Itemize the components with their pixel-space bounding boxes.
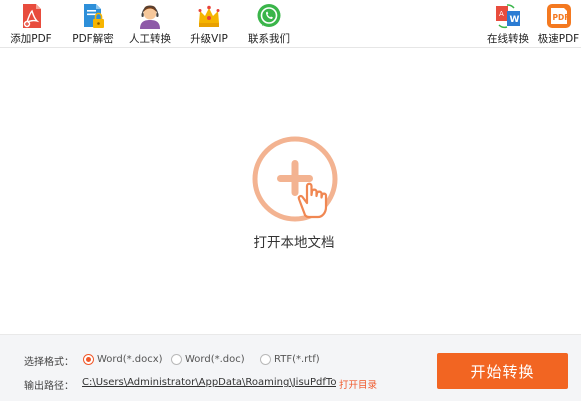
add-pdf-label: 添加PDF <box>10 33 52 45</box>
toolbar: 添加PDF PDF解密 人工转换 升级VIP 联系我们 A W 在线转换 PDF… <box>0 0 581 48</box>
online-convert-icon: A W <box>495 3 521 29</box>
fast-pdf-icon: PDF <box>546 3 572 29</box>
format-option-doc[interactable]: Word(*.doc) <box>171 352 245 366</box>
fast-pdf-button[interactable]: PDF 极速PDF <box>536 0 581 48</box>
add-pdf-button[interactable]: 添加PDF <box>2 0 60 48</box>
format-option-label: Word(*.docx) <box>97 353 163 365</box>
online-convert-label: 在线转换 <box>487 33 529 45</box>
pdf-decrypt-button[interactable]: PDF解密 <box>64 0 122 48</box>
open-local-document-label: 打开本地文档 <box>253 235 335 251</box>
radio-icon <box>260 353 271 365</box>
support-agent-icon <box>137 3 163 29</box>
svg-text:A: A <box>499 10 504 18</box>
contact-us-button[interactable]: 联系我们 <box>240 0 298 48</box>
fast-pdf-label: 极速PDF <box>537 33 580 45</box>
format-option-rtf[interactable]: RTF(*.rtf) <box>260 352 320 366</box>
drop-area[interactable]: 打开本地文档 <box>0 49 581 334</box>
output-path-label: 输出路径： <box>24 381 74 392</box>
crown-icon <box>196 3 222 29</box>
add-pdf-icon <box>18 3 44 29</box>
svg-text:W: W <box>510 15 520 25</box>
add-file-hand-icon <box>252 136 338 222</box>
open-local-document[interactable]: 打开本地文档 <box>236 135 352 255</box>
manual-convert-button[interactable]: 人工转换 <box>121 0 179 48</box>
format-option-docx[interactable]: Word(*.docx) <box>83 352 163 366</box>
chat-bubble-icon <box>256 3 282 29</box>
radio-selected-icon <box>83 353 94 365</box>
format-label: 选择格式： <box>24 357 74 368</box>
contact-us-label: 联系我们 <box>248 33 290 45</box>
lock-document-icon <box>80 3 106 29</box>
format-option-label: RTF(*.rtf) <box>274 353 320 365</box>
settings-panel: 选择格式： Word(*.docx) Word(*.doc) RTF(*.rtf… <box>0 334 581 401</box>
svg-text:PDF: PDF <box>552 13 569 22</box>
upgrade-vip-label: 升级VIP <box>190 33 228 45</box>
open-directory-link[interactable]: 打开目录 <box>339 377 377 391</box>
format-option-label: Word(*.doc) <box>185 353 245 365</box>
start-convert-button[interactable]: 开始转换 <box>437 353 568 389</box>
output-path[interactable]: C:\Users\Administrator\AppData\Roaming\J… <box>82 377 336 391</box>
manual-convert-label: 人工转换 <box>129 33 171 45</box>
online-convert-button[interactable]: A W 在线转换 <box>484 0 532 48</box>
radio-icon <box>171 353 182 365</box>
upgrade-vip-button[interactable]: 升级VIP <box>180 0 238 48</box>
pdf-decrypt-label: PDF解密 <box>72 33 114 45</box>
